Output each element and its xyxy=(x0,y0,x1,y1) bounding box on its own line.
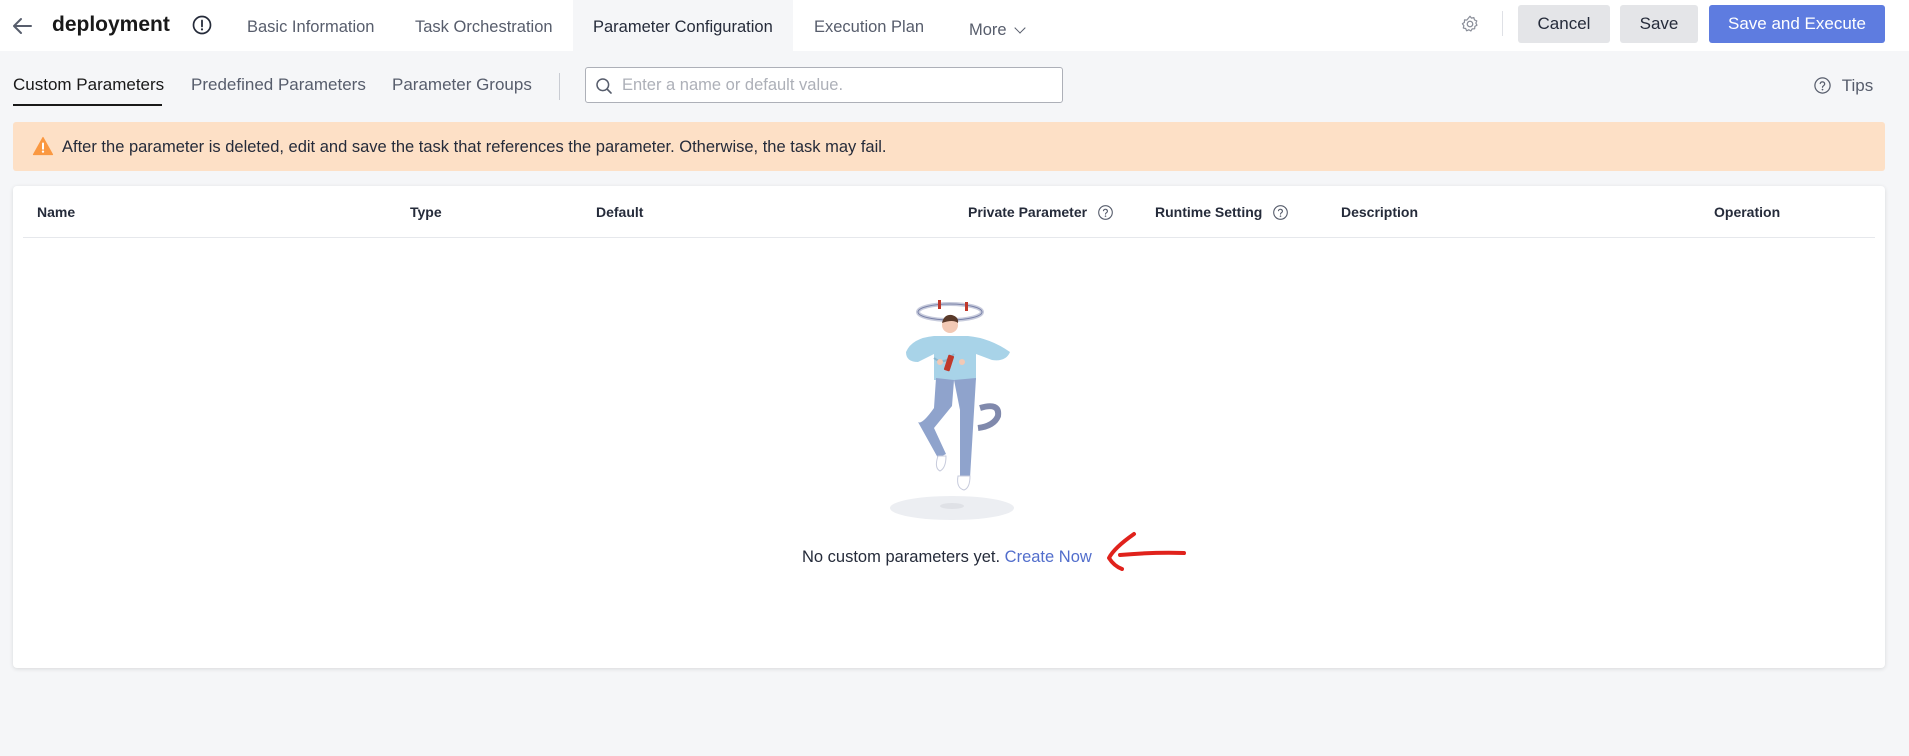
tab-basic-information[interactable]: Basic Information xyxy=(247,0,374,51)
subtab-parameter-groups[interactable]: Parameter Groups xyxy=(392,74,532,96)
alert-text: After the parameter is deleted, edit and… xyxy=(62,138,887,156)
column-header-type: Type xyxy=(410,204,442,220)
page-title: deployment xyxy=(52,13,170,36)
subtab-divider xyxy=(559,73,560,100)
column-header-operation: Operation xyxy=(1714,204,1781,220)
tips-label: Tips xyxy=(1841,75,1874,95)
search-box[interactable] xyxy=(585,67,1063,103)
help-icon[interactable] xyxy=(1097,204,1114,221)
subtab-custom-parameters[interactable]: Custom Parameters xyxy=(13,74,164,96)
active-subtab-indicator xyxy=(13,104,162,106)
save-and-execute-button[interactable]: Save and Execute xyxy=(1709,5,1885,43)
column-header-default: Default xyxy=(596,204,644,220)
private-parameter-label: Private Parameter xyxy=(968,204,1088,220)
search-icon xyxy=(596,78,612,94)
info-icon[interactable] xyxy=(191,14,213,36)
help-icon[interactable] xyxy=(1272,204,1289,221)
empty-state-text: No custom parameters yet. xyxy=(802,548,1001,566)
gear-icon[interactable] xyxy=(1459,13,1481,35)
help-icon xyxy=(1814,77,1831,94)
tab-task-orchestration[interactable]: Task Orchestration xyxy=(415,0,553,51)
column-header-private-parameter: Private Parameter xyxy=(968,204,1114,222)
empty-state-message: No custom parameters yet. Create Now xyxy=(802,546,1092,568)
tab-parameter-configuration[interactable]: Parameter Configuration xyxy=(573,0,793,51)
tab-more[interactable]: More xyxy=(969,3,1026,54)
column-header-runtime-setting: Runtime Setting xyxy=(1155,204,1289,222)
save-button[interactable]: Save xyxy=(1620,5,1698,43)
warning-icon xyxy=(32,136,54,156)
create-now-link[interactable]: Create Now xyxy=(1005,548,1092,566)
warning-alert: After the parameter is deleted, edit and… xyxy=(13,122,1885,171)
empty-state-illustration xyxy=(890,300,1014,520)
tips-link[interactable]: Tips xyxy=(1813,74,1873,97)
column-header-name: Name xyxy=(37,204,76,220)
subtab-predefined-parameters[interactable]: Predefined Parameters xyxy=(191,74,366,96)
runtime-setting-label: Runtime Setting xyxy=(1155,204,1263,220)
cancel-button[interactable]: Cancel xyxy=(1518,5,1610,43)
annotation-arrow-icon xyxy=(1107,532,1186,571)
tab-more-label: More xyxy=(969,21,1007,39)
search-input[interactable] xyxy=(622,68,1052,102)
tab-execution-plan[interactable]: Execution Plan xyxy=(814,0,924,51)
toolbar-divider xyxy=(1502,11,1503,36)
column-header-description: Description xyxy=(1341,204,1419,220)
back-arrow-icon[interactable] xyxy=(10,14,34,38)
table-header-divider xyxy=(23,237,1875,238)
chevron-down-icon xyxy=(1013,22,1026,34)
